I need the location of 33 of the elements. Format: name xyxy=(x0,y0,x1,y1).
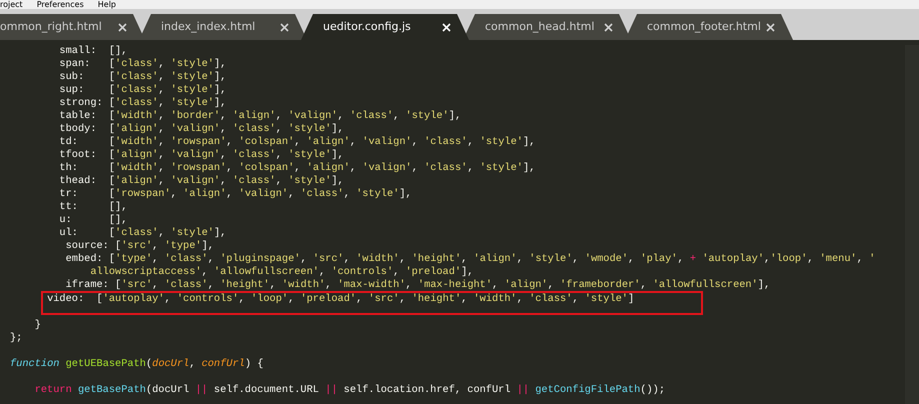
code-line: th: ['width', 'rowspan', 'colspan', 'align', 'valign', 'class', 'style'], xyxy=(58,162,536,175)
code-line: u: [], xyxy=(58,214,128,227)
menu-item[interactable]: roject xyxy=(0,0,23,9)
code-line: tfoot: ['align', 'valign', 'class', 'style'], xyxy=(58,149,344,162)
code-line: video: ['autoplay', 'controls', 'loop', 'preload', 'src', 'height', 'width', 'class', 'style'] xyxy=(47,293,634,305)
code-line: sup: ['class', 'style'], xyxy=(58,84,226,97)
file-tab[interactable]: common_footer.html xyxy=(625,14,793,40)
close-icon[interactable] xyxy=(280,22,289,32)
code-line: } xyxy=(34,319,41,332)
code-line: function getUEBasePath(docUrl, confUrl) { xyxy=(10,358,264,371)
code-line: tbody: ['align', 'valign', 'class', 'style'], xyxy=(58,123,344,136)
code-line: small: [], xyxy=(58,45,128,58)
code-line: allowscriptaccess', 'allowfullscreen', 'controls', 'preload'], xyxy=(89,266,474,279)
code-line: td: ['width', 'rowspan', 'colspan', 'align', 'valign', 'class', 'style'], xyxy=(58,136,536,149)
code-line: iframe: ['src', 'class', 'height', 'width', 'max-width', 'max-height', 'align', 'frameborder', 'allowfullscreen'], xyxy=(64,279,770,292)
code-line: span: ['class', 'style'], xyxy=(58,58,226,71)
code-line: tr: ['rowspan', 'align', 'valign', 'class', 'style'], xyxy=(58,188,412,201)
close-icon[interactable] xyxy=(604,22,613,32)
code-line: embed: ['type', 'class', 'pluginspage', 'src', 'width', 'height', 'align', 'style', 'wmode', 'play', + 'autoplay','loop', 'menu', ' xyxy=(64,253,876,266)
code-line: }; xyxy=(10,332,22,345)
close-icon[interactable] xyxy=(118,22,127,32)
code-line: ul: ['class', 'style'], xyxy=(58,227,226,240)
menu-item[interactable]: Help xyxy=(98,0,116,9)
code-line: tt: [], xyxy=(58,201,128,214)
code-line: sub: ['class', 'style'], xyxy=(58,71,226,84)
code-line: thead: ['align', 'valign', 'class', 'style'], xyxy=(58,175,344,188)
code-line: table: ['width', 'border', 'align', 'valign', 'class', 'style'], xyxy=(58,110,462,123)
file-tab[interactable]: ueditor.config.js xyxy=(301,14,469,40)
code-line: return getBasePath(docUrl || self.document.URL || self.location.href, confUrl || getConfigFilePath()); xyxy=(34,384,666,397)
menu-item[interactable]: Preferences xyxy=(36,0,84,9)
code-line: source: ['src', 'type'], xyxy=(64,240,214,253)
code-line: strong: ['class', 'style'], xyxy=(58,97,226,110)
close-icon[interactable] xyxy=(766,22,775,32)
